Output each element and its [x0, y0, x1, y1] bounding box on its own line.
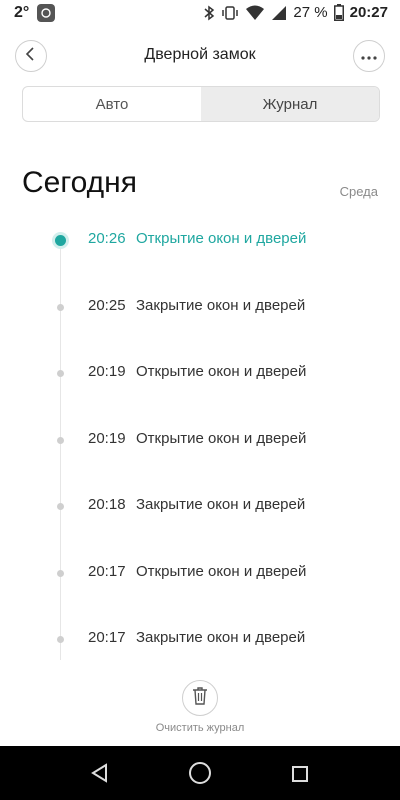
log-entry: 20:17 Закрытие окон и дверей	[0, 627, 400, 651]
log-time: 20:25	[88, 297, 126, 314]
timeline-dot	[57, 636, 64, 643]
wifi-icon	[245, 5, 265, 21]
status-bar: 2° 27 % 20:27	[0, 0, 400, 28]
clock-text: 20:27	[349, 4, 388, 21]
timeline-dot	[57, 437, 64, 444]
log-event: Открытие окон и дверей	[136, 230, 307, 247]
timeline-dot	[57, 370, 64, 377]
log-entry: 20:26 Открытие окон и дверей	[0, 228, 400, 252]
nav-recents-button[interactable]	[292, 766, 308, 787]
log-event: Закрытие окон и дверей	[136, 496, 306, 513]
weekday-label: Среда	[339, 184, 378, 199]
log-time: 20:26	[88, 230, 126, 247]
app-icon	[37, 4, 56, 22]
timeline-dot	[57, 503, 64, 510]
battery-icon	[333, 4, 344, 21]
page-title: Дверной замок	[144, 46, 256, 63]
log-entry: 20:17 Открытие окон и дверей	[0, 561, 400, 585]
day-title: Сегодня	[22, 166, 137, 199]
trash-icon	[192, 686, 208, 710]
timeline-dot	[57, 304, 64, 311]
log-time: 20:17	[88, 563, 126, 580]
nav-home-button[interactable]	[188, 761, 212, 790]
app-header: Дверной замок	[0, 38, 400, 74]
timeline-dot	[57, 570, 64, 577]
more-options-button[interactable]	[353, 40, 385, 72]
nav-back-button[interactable]	[90, 763, 108, 788]
log-entry: 20:19 Открытие окон и дверей	[0, 361, 400, 385]
tab-auto[interactable]: Авто	[23, 87, 201, 121]
log-entry: 20:19 Открытие окон и дверей	[0, 428, 400, 452]
navigation-bar	[0, 746, 400, 800]
clear-journal-label[interactable]: Очистить журнал	[0, 722, 400, 734]
log-event: Открытие окон и дверей	[136, 363, 307, 380]
log-event: Закрытие окон и дверей	[136, 297, 306, 314]
vibrate-icon	[221, 5, 239, 21]
log-event: Закрытие окон и дверей	[136, 629, 306, 646]
temperature-text: 2°	[14, 4, 30, 21]
more-horizontal-icon	[361, 47, 377, 65]
log-time: 20:17	[88, 629, 126, 646]
bluetooth-icon	[203, 5, 215, 21]
tab-switcher: Авто Журнал	[22, 86, 380, 122]
clear-journal-button[interactable]	[182, 680, 218, 716]
log-event: Открытие окон и дверей	[136, 430, 307, 447]
log-time: 20:19	[88, 363, 126, 380]
battery-percent: 27 %	[293, 4, 328, 21]
log-entry: 20:18 Закрытие окон и дверей	[0, 494, 400, 518]
log-time: 20:18	[88, 496, 126, 513]
log-entry: 20:25 Закрытие окон и дверей	[0, 295, 400, 319]
tab-journal[interactable]: Журнал	[201, 87, 379, 121]
log-time: 20:19	[88, 430, 126, 447]
log-event: Открытие окон и дверей	[136, 563, 307, 580]
timeline-dot-active	[55, 235, 66, 246]
signal-icon	[271, 5, 287, 21]
